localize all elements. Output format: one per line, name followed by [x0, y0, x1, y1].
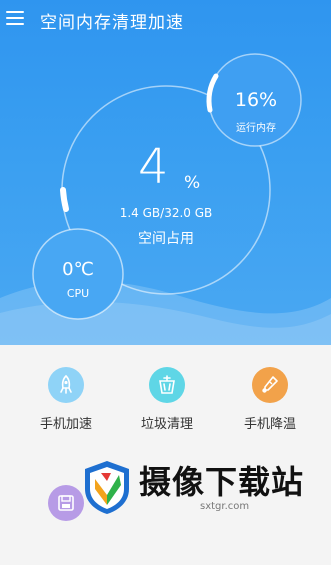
- watermark-text: 摄像下载站: [139, 463, 305, 501]
- storage-progress-arc: [60, 187, 69, 212]
- cpu-label: CPU: [66, 287, 90, 300]
- top-bar: 空间内存清理加速: [0, 0, 331, 40]
- storage-percent-value: 4: [138, 139, 169, 195]
- tool-label: 手机降温: [243, 417, 296, 432]
- trash-icon: [149, 367, 185, 403]
- watermark-url: sxtgr.com: [200, 501, 250, 512]
- tool-junk-clean[interactable]: 垃圾清理: [117, 367, 217, 447]
- tool-phone-cooling[interactable]: 手机降温: [220, 367, 320, 447]
- hamburger-menu-icon[interactable]: [6, 10, 24, 26]
- app-title: 空间内存清理加速: [40, 13, 184, 33]
- watermark: 摄像下载站 sxtgr.com: [81, 455, 321, 519]
- storage-detail: 1.4 GB/32.0 GB: [119, 206, 213, 220]
- rocket-icon: [48, 367, 84, 403]
- watermark-logo-icon: [85, 461, 129, 514]
- tool-label: 垃圾清理: [140, 417, 193, 432]
- tool-label: 手机加速: [39, 417, 92, 432]
- storage-percent-unit: %: [184, 173, 201, 193]
- storage-label: 空间占用: [138, 231, 194, 247]
- thermometer-icon: [252, 367, 288, 403]
- ram-label: 运行内存: [236, 123, 276, 134]
- ram-percent[interactable]: 16%: [226, 89, 286, 111]
- save-icon: [48, 485, 84, 521]
- cpu-temperature[interactable]: 0℃: [48, 259, 108, 280]
- hero-panel: 空间内存清理加速 4 % 1.4 GB/32.0 GB 空间占用 16% 运行内…: [0, 0, 331, 345]
- tool-phone-boost[interactable]: 手机加速: [16, 367, 116, 447]
